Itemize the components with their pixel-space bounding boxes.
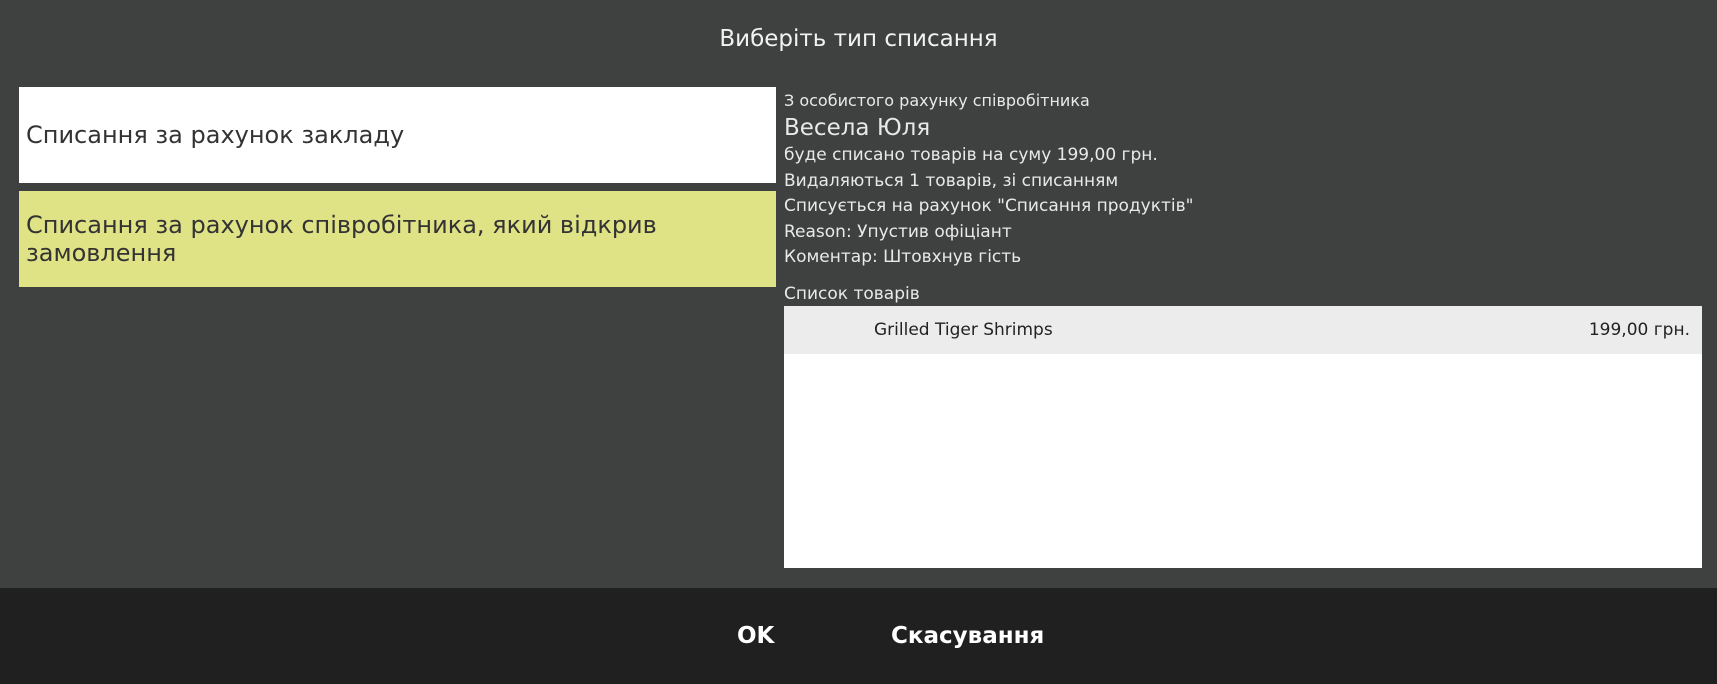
write-off-dialog: Виберіть тип списання Списання за рахуно… <box>0 0 1717 684</box>
info-subtitle: З особистого рахунку співробітника <box>784 91 1090 110</box>
account-text: Списується на рахунок "Списання продукті… <box>784 196 1194 216</box>
item-name: Grilled Tiger Shrimps <box>874 320 1053 340</box>
dialog-title: Виберіть тип списання <box>719 26 998 52</box>
list-item[interactable]: Grilled Tiger Shrimps 199,00 грн. <box>784 306 1702 354</box>
write-off-info: З особистого рахунку співробітника Весел… <box>784 90 1193 271</box>
items-list[interactable]: Grilled Tiger Shrimps 199,00 грн. <box>784 306 1702 568</box>
comment-text: Коментар: Штовхнув гість <box>784 247 1022 267</box>
option-employee-account[interactable]: Списання за рахунок співробітника, який … <box>19 191 776 287</box>
footer-bar: OK Скасування <box>0 588 1717 684</box>
items-list-label: Список товарів <box>784 284 920 304</box>
removed-text: Видаляються 1 товарів, зі списанням <box>784 170 1119 191</box>
employee-name: Весела Юля <box>784 115 931 141</box>
item-price: 199,00 грн. <box>1588 320 1690 340</box>
option-establishment-account[interactable]: Списання за рахунок закладу <box>19 87 776 183</box>
option-label: Списання за рахунок закладу <box>26 121 405 149</box>
amount-text: буде списано товарів на суму 199,00 грн. <box>784 145 1158 165</box>
reason-text: Reason: Упустив офіціант <box>784 221 1012 242</box>
cancel-button[interactable]: Скасування <box>891 588 1044 684</box>
option-label: Списання за рахунок співробітника, який … <box>26 211 657 267</box>
ok-button[interactable]: OK <box>737 588 774 684</box>
